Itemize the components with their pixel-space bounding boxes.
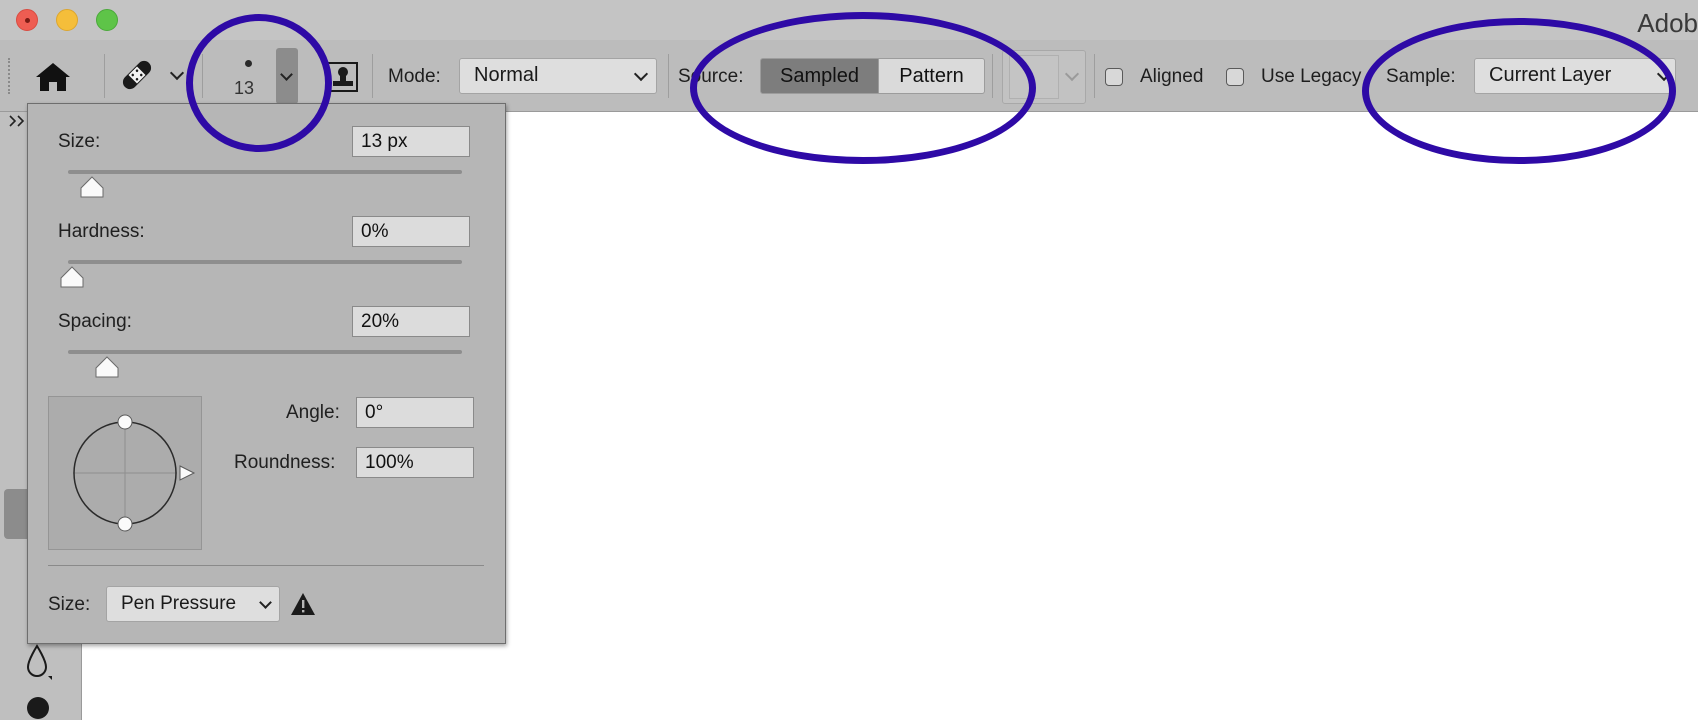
chevron-down-icon [1656,66,1672,82]
title-bar: Adob [0,0,1698,40]
brush-tip-icon [245,60,252,67]
chevron-down-icon [1064,66,1080,82]
use-legacy-label: Use Legacy [1261,66,1362,87]
brush-settings-popup: Size: 13 px Hardness: 0% Spacing: 20% An… [27,103,506,644]
options-bar: 13 Mode: Normal Source: Sampled Pattern … [0,40,1698,112]
chevron-down-icon [633,66,649,82]
collapse-panel-button[interactable] [8,114,28,128]
size-slider-track[interactable] [68,170,462,174]
aligned-checkbox[interactable] [1105,68,1123,86]
spacing-label: Spacing: [58,311,132,332]
brush-angle-dial[interactable] [49,397,201,549]
clone-source-panel-button[interactable] [326,58,358,94]
spacing-slider-thumb[interactable] [95,356,119,378]
chevron-down-icon [169,65,185,81]
source-toggle: Sampled Pattern [760,58,985,94]
pattern-swatch [1009,55,1059,99]
mode-label: Mode: [388,66,441,87]
bandage-icon [122,60,152,90]
spacing-input[interactable]: 20% [352,306,470,337]
source-sampled-button[interactable]: Sampled [760,58,879,94]
chevron-down-icon [259,596,272,609]
pressure-size-label: Size: [48,594,91,615]
chevron-down-icon [280,68,293,81]
dodge-tool-icon[interactable] [26,694,52,720]
maximize-window-button[interactable] [96,9,118,31]
minimize-window-button[interactable] [56,9,78,31]
brush-size-number: 13 [234,78,255,98]
home-icon [36,63,70,91]
size-label: Size: [58,131,101,152]
brush-size-preset[interactable]: 13 [220,48,298,104]
size-slider-thumb[interactable] [80,176,104,198]
warning-icon [291,593,315,615]
pressure-size-value: Pen Pressure [121,593,237,614]
clone-source-icon [326,62,358,92]
spacing-slider-track[interactable] [68,350,462,354]
angle-label: Angle: [286,402,340,423]
angle-input[interactable]: 0° [356,397,474,428]
double-chevron-right-icon [9,115,25,127]
brush-angle-preview[interactable] [48,396,202,550]
aligned-label: Aligned [1140,66,1204,87]
pressure-size-dropdown[interactable]: Pen Pressure [106,586,280,622]
pattern-picker[interactable] [1002,50,1086,104]
mode-dropdown[interactable]: Normal [459,58,657,94]
popup-divider [48,565,484,566]
use-legacy-checkbox[interactable] [1226,68,1244,86]
source-label: Source: [678,66,744,87]
hardness-slider-thumb[interactable] [60,266,84,288]
options-bar-grip[interactable] [8,58,12,94]
tool-preset-picker[interactable] [118,56,190,96]
roundness-label: Roundness: [234,452,336,473]
size-input[interactable]: 13 px [352,126,470,157]
brush-preset-dropdown-button[interactable] [276,48,298,104]
sample-label: Sample: [1386,66,1456,87]
roundness-input[interactable]: 100% [356,447,474,478]
sample-value: Current Layer [1489,64,1612,86]
source-pattern-button[interactable]: Pattern [879,58,985,94]
sample-dropdown[interactable]: Current Layer [1474,58,1676,94]
blur-tool-icon[interactable] [24,642,54,682]
hardness-slider-track[interactable] [68,260,462,264]
home-button[interactable] [34,58,72,94]
hardness-label: Hardness: [58,221,145,242]
app-title: Adob [1637,8,1698,38]
hardness-input[interactable]: 0% [352,216,470,247]
mode-value: Normal [474,64,539,86]
close-window-button[interactable] [16,9,38,31]
